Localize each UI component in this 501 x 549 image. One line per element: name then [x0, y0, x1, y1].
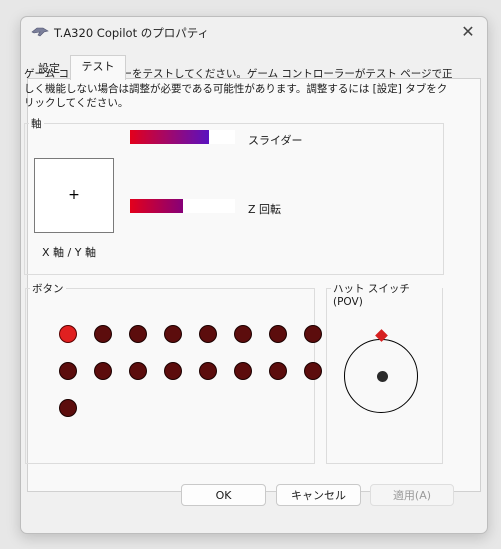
close-button[interactable]: ✕: [457, 21, 479, 43]
xy-axis-display: +: [34, 158, 114, 233]
joystick-button-15: [269, 362, 287, 380]
joystick-button-8: [304, 325, 322, 343]
joystick-button-2: [94, 325, 112, 343]
slider-label: スライダー: [248, 134, 303, 147]
z-rotation-label: Z 回転: [248, 203, 282, 216]
gamepad-icon: [31, 27, 49, 37]
window-title: T.A320 Copilot のプロパティ: [54, 26, 210, 40]
ok-button[interactable]: OK: [181, 484, 266, 506]
joystick-button-1: [59, 325, 77, 343]
joystick-button-14: [234, 362, 252, 380]
buttons-group-label: ボタン: [30, 281, 66, 296]
cancel-button[interactable]: キャンセル: [276, 484, 361, 506]
slider-meter-fill: [130, 130, 209, 144]
z-rotation-meter: [130, 199, 235, 213]
joystick-button-9: [59, 362, 77, 380]
joystick-button-5: [199, 325, 217, 343]
tab-test[interactable]: テスト: [70, 55, 126, 80]
z-rotation-meter-fill: [130, 199, 183, 213]
joystick-button-4: [164, 325, 182, 343]
joystick-button-11: [129, 362, 147, 380]
slider-meter: [130, 130, 235, 144]
apply-button: 適用(A): [370, 484, 454, 506]
xy-axis-label: X 軸 / Y 軸: [42, 246, 96, 259]
title-bar: T.A320 Copilot のプロパティ ✕: [21, 17, 487, 47]
joystick-button-16: [304, 362, 322, 380]
joystick-button-10: [94, 362, 112, 380]
joystick-button-3: [129, 325, 147, 343]
close-icon: ✕: [461, 22, 475, 41]
joystick-button-6: [234, 325, 252, 343]
joystick-button-17: [59, 399, 77, 417]
pov-group-label: ハット スイッチ (POV): [331, 281, 442, 308]
joystick-button-12: [164, 362, 182, 380]
axes-group-label: 軸: [29, 116, 44, 131]
pov-center-dot: [377, 371, 388, 382]
joystick-button-13: [199, 362, 217, 380]
xy-crosshair: +: [68, 187, 80, 203]
joystick-button-7: [269, 325, 287, 343]
